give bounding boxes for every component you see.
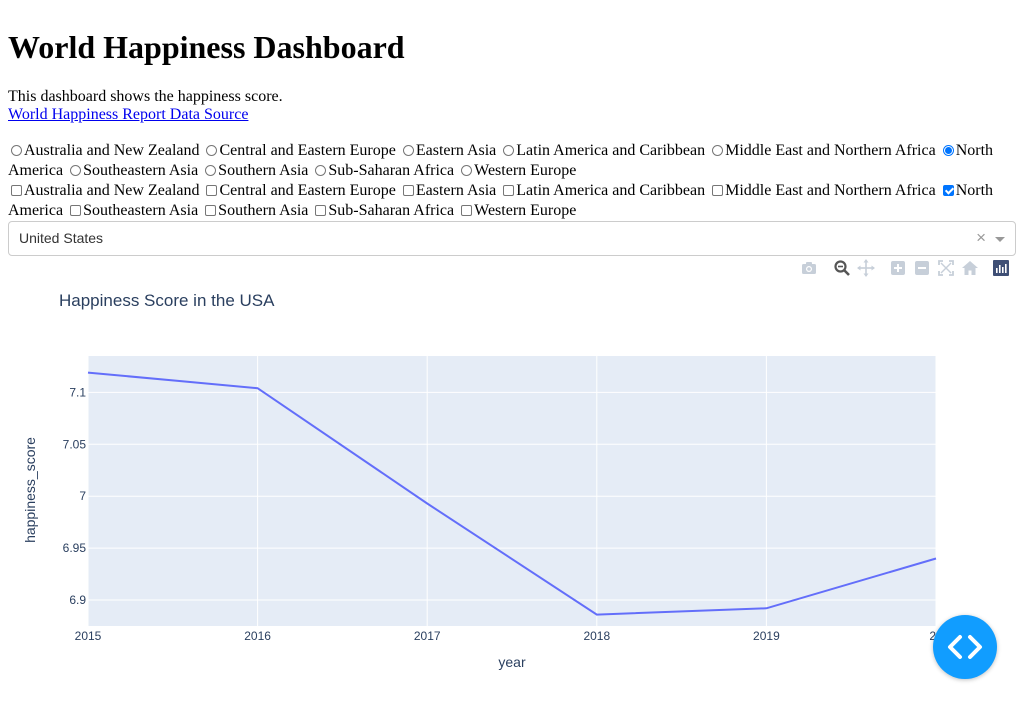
dev-tools-button[interactable] — [933, 615, 997, 679]
region-radio-option[interactable]: Latin America and Caribbean — [500, 142, 705, 159]
zoom-icon[interactable] — [833, 259, 851, 277]
region-checkbox-option[interactable]: Middle East and Northern Africa — [709, 182, 936, 199]
description-block: This dashboard shows the happiness score… — [8, 88, 283, 124]
region-radio-label: Sub-Saharan Africa — [328, 162, 455, 179]
region-radio-radio[interactable] — [315, 165, 327, 176]
region-checkbox-option[interactable]: Central and Eastern Europe — [203, 182, 396, 199]
data-source-link[interactable]: World Happiness Report Data Source — [8, 106, 248, 123]
region-checkbox-check[interactable] — [70, 205, 82, 216]
chart-svg: Happiness Score in the USA 6.9 6.95 7 7.05 7… — [22, 291, 943, 670]
region-checkbox-check[interactable] — [712, 185, 724, 196]
y-tick-label: 7.1 — [69, 385, 86, 399]
region-checkbox-label: Sub-Saharan Africa — [328, 202, 455, 219]
region-radio-option[interactable]: Southern Asia — [202, 162, 308, 179]
y-axis-label: happiness_score — [22, 437, 38, 543]
region-checkbox-check[interactable] — [503, 185, 515, 196]
pan-icon[interactable] — [857, 259, 875, 277]
x-tick-label: 2017 — [414, 629, 441, 643]
zoom-in-icon[interactable] — [889, 259, 907, 277]
region-checkbox-check[interactable] — [11, 185, 22, 196]
x-tick-labels: 2015201620172018201920 — [75, 629, 943, 643]
region-radio-label: Australia and New Zealand — [24, 142, 200, 159]
region-checkbox-label: Middle East and Northern Africa — [725, 182, 936, 199]
region-radio-radio[interactable] — [205, 165, 217, 176]
camera-icon[interactable] — [800, 259, 818, 277]
dropdown-selected-value: United States — [19, 230, 104, 246]
zoom-out-icon[interactable] — [913, 259, 931, 277]
y-tick-label: 7.05 — [63, 437, 87, 451]
region-radio-label: Western Europe — [474, 162, 577, 179]
region-checkbox-group: Australia and New Zealand Central and Ea… — [8, 181, 1008, 221]
region-checkbox-option[interactable]: Western Europe — [458, 202, 576, 219]
region-radio-radio[interactable] — [206, 145, 218, 156]
region-radio-radio[interactable] — [942, 145, 954, 156]
region-radio-label: Southern Asia — [218, 162, 309, 179]
y-tick-label: 7 — [79, 489, 86, 503]
region-checkbox-label: Central and Eastern Europe — [219, 182, 396, 199]
region-radio-radio[interactable] — [712, 145, 724, 156]
autoscale-icon[interactable] — [937, 259, 955, 277]
region-checkbox-check[interactable] — [206, 185, 218, 196]
chart-title: Happiness Score in the USA — [59, 291, 275, 310]
region-radio-option[interactable]: Sub-Saharan Africa — [312, 162, 454, 179]
region-radio-radio[interactable] — [461, 165, 473, 176]
region-radio-radio[interactable] — [402, 145, 414, 156]
region-checkbox-option[interactable]: Sub-Saharan Africa — [312, 202, 454, 219]
clear-selection-icon[interactable]: × — [976, 229, 986, 247]
region-radio-group: Australia and New Zealand Central and Ea… — [8, 141, 1008, 181]
region-checkbox-check[interactable] — [402, 185, 414, 196]
y-tick-label: 6.95 — [63, 541, 87, 555]
happiness-chart: Happiness Score in the USA 6.9 6.95 7 7.05 7… — [8, 278, 1016, 698]
y-tick-labels: 6.9 6.95 7 7.05 7.1 — [63, 385, 87, 607]
region-checkbox-label: Australia and New Zealand — [24, 182, 200, 199]
region-checkbox-label: Eastern Asia — [415, 182, 497, 199]
page: World Happiness Dashboard This dashboard… — [0, 0, 1024, 714]
region-radio-label: Latin America and Caribbean — [516, 142, 706, 159]
country-dropdown[interactable]: United States × — [8, 221, 1016, 256]
region-radio-label: Southeastern Asia — [83, 162, 199, 179]
x-tick-label: 2019 — [753, 629, 780, 643]
region-radio-radio[interactable] — [70, 165, 82, 176]
region-checkbox-option[interactable]: Southern Asia — [202, 202, 308, 219]
region-radio-label: Central and Eastern Europe — [219, 142, 396, 159]
region-radio-radio[interactable] — [11, 145, 22, 156]
region-radio-label: Middle East and Northern Africa — [725, 142, 936, 159]
region-checkbox-label: Southern Asia — [218, 202, 309, 219]
dropdown-arrow-icon[interactable] — [995, 237, 1005, 242]
region-checkbox-check[interactable] — [205, 205, 217, 216]
region-checkbox-label: Southeastern Asia — [83, 202, 199, 219]
x-axis-label: year — [498, 654, 526, 670]
region-checkbox-check[interactable] — [942, 185, 954, 196]
region-radio-option[interactable]: Middle East and Northern Africa — [709, 142, 936, 159]
region-checkbox-check[interactable] — [461, 205, 473, 216]
x-tick-label: 2018 — [583, 629, 610, 643]
code-brackets-icon — [948, 635, 982, 659]
region-radio-option[interactable]: Eastern Asia — [400, 142, 496, 159]
region-radio-radio[interactable] — [503, 145, 515, 156]
region-checkbox-check[interactable] — [315, 205, 327, 216]
plot-area — [88, 356, 936, 626]
region-checkbox-option[interactable]: Latin America and Caribbean — [500, 182, 705, 199]
region-radio-option[interactable]: Australia and New Zealand — [8, 142, 199, 159]
region-checkbox-option[interactable]: Australia and New Zealand — [8, 182, 199, 199]
x-tick-label: 2015 — [75, 629, 102, 643]
region-radio-option[interactable]: Southeastern Asia — [67, 162, 198, 179]
region-checkbox-option[interactable]: Eastern Asia — [400, 182, 496, 199]
home-icon[interactable] — [961, 259, 979, 277]
x-tick-label: 2016 — [244, 629, 271, 643]
y-tick-label: 6.9 — [69, 593, 86, 607]
region-checkbox-label: Western Europe — [474, 202, 577, 219]
description-text: This dashboard shows the happiness score… — [8, 88, 283, 105]
region-checkbox-label: Latin America and Caribbean — [516, 182, 706, 199]
region-radio-option[interactable]: Western Europe — [458, 162, 576, 179]
plotly-logo-icon[interactable] — [992, 259, 1010, 277]
region-checkbox-option[interactable]: Southeastern Asia — [67, 202, 198, 219]
region-radio-option[interactable]: Central and Eastern Europe — [203, 142, 396, 159]
page-title: World Happiness Dashboard — [8, 29, 405, 65]
region-radio-label: Eastern Asia — [415, 142, 497, 159]
